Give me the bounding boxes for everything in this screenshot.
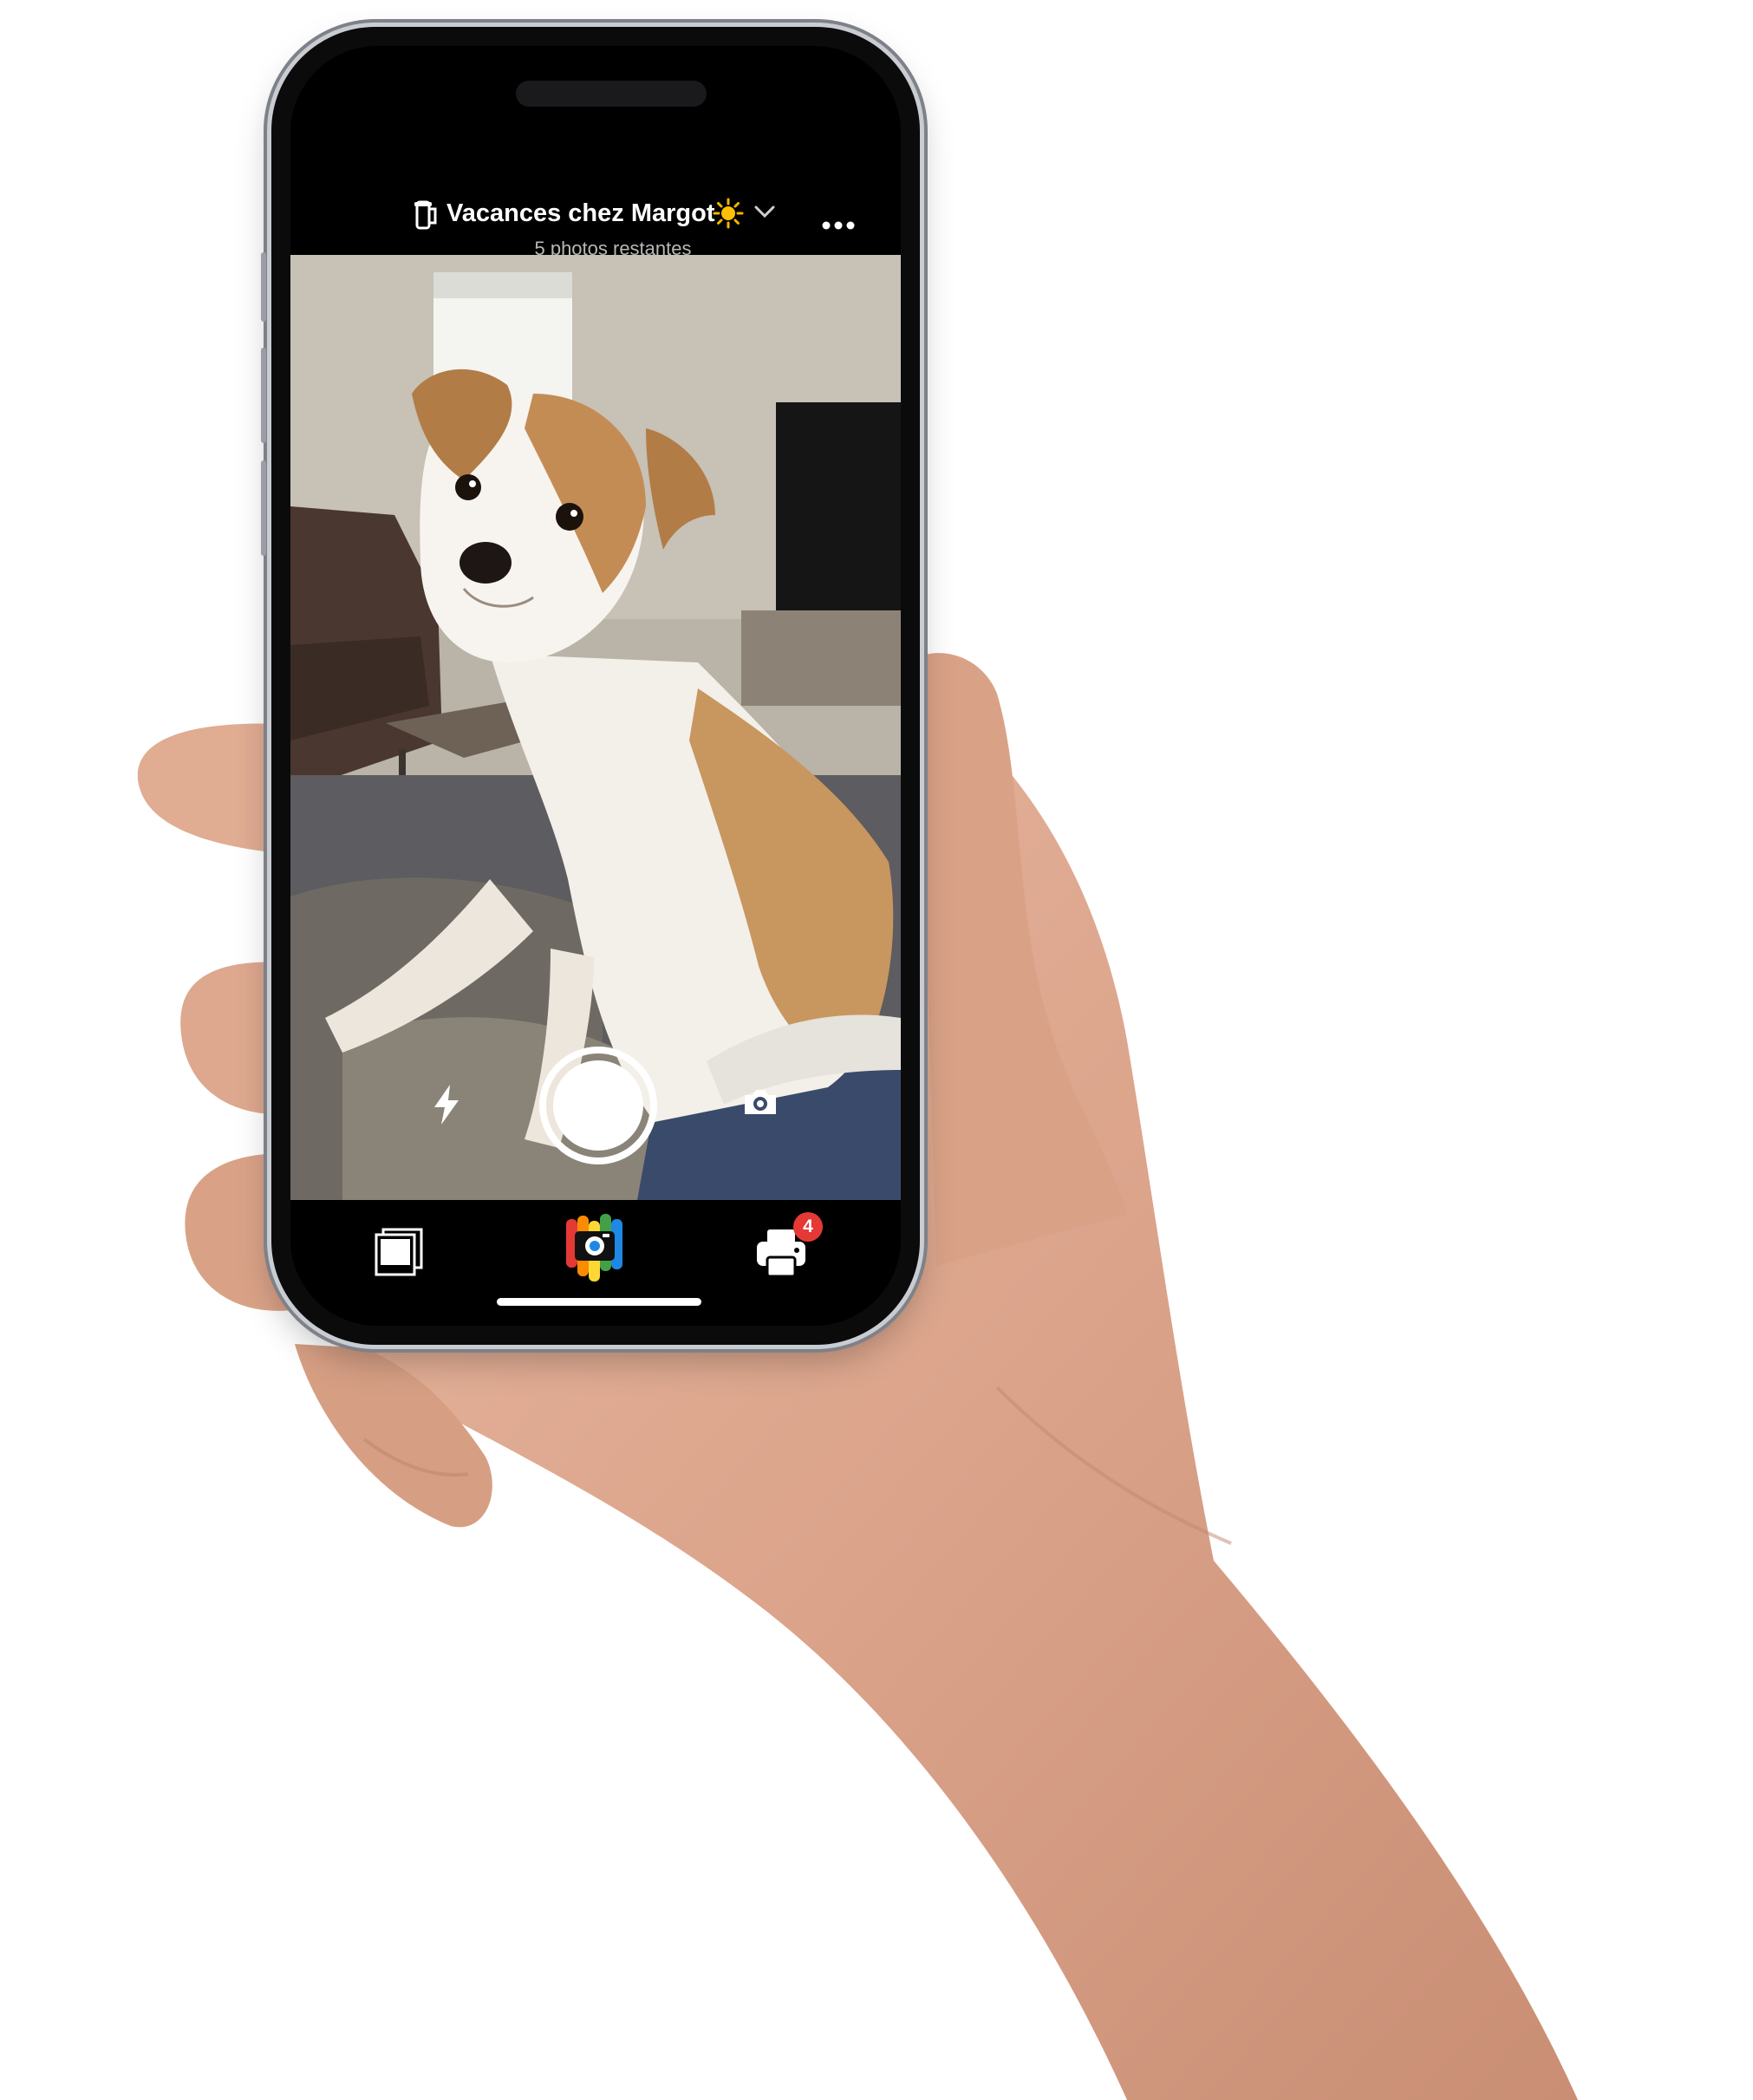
app-screen: Vacances chez Margot 5 photos restantes … [290, 46, 901, 1326]
album-title[interactable]: Vacances chez Margot [446, 196, 714, 231]
photos-stack-icon[interactable] [373, 1226, 427, 1278]
phone-side-button [261, 252, 266, 322]
print-queue-badge: 4 [793, 1212, 823, 1242]
camera-switch-icon[interactable] [741, 1086, 779, 1118]
app-logo-camera[interactable] [564, 1212, 625, 1283]
phone-device: Vacances chez Margot 5 photos restantes … [261, 27, 920, 1345]
more-dots-icon[interactable] [821, 220, 856, 231]
flash-icon[interactable] [429, 1083, 464, 1126]
phone-volume-button [261, 460, 266, 556]
phone-volume-button [261, 348, 266, 443]
home-indicator[interactable] [497, 1298, 701, 1306]
film-roll-icon [414, 200, 437, 230]
chevron-down-icon[interactable] [753, 203, 776, 220]
scene: Vacances chez Margot 5 photos restantes … [0, 0, 1753, 2100]
sun-icon [713, 198, 744, 229]
album-header[interactable]: Vacances chez Margot 5 photos restantes [290, 128, 901, 259]
bottom-tab-bar: 4 [290, 1200, 901, 1326]
shutter-button[interactable] [539, 1047, 657, 1164]
dynamic-island [516, 81, 707, 107]
